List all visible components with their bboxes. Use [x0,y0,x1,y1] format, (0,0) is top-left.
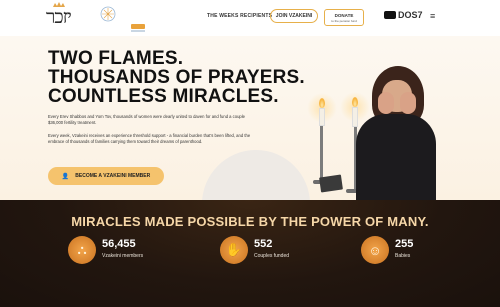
logo-text: יזכר [46,6,72,28]
table-image [202,150,310,200]
donate-label: DONATE [334,13,354,18]
stat-label: Couples funded [254,253,290,259]
candlestick-left [320,126,323,182]
stat-label: Babies [395,253,411,259]
stat-value: 552 [254,238,273,250]
site-header: יזכר THE WEEKS RECIPIENTS JOIN VZAKEINI … [0,0,500,36]
candle-right [352,107,358,127]
user-plus-icon: 👤 [61,173,70,180]
partner-badge-stripe [131,30,145,32]
partner-badge-icon [131,24,145,29]
stat-value: 56,455 [102,238,136,250]
woman-hand-left [378,92,394,114]
join-label: JOIN VZAKEINI [275,13,313,19]
siddur-image [319,174,343,193]
nav-weeks-recipients[interactable]: THE WEEKS RECIPIENTS [207,13,272,19]
flame-right-icon [352,97,358,107]
become-member-button[interactable]: 👤 BECOME A VZAKEINI MEMBER [48,167,164,185]
partner-logo-icon [100,6,116,22]
stat-value: 255 [395,238,414,250]
stats-section: MIRACLES MADE POSSIBLE BY THE POWER OF M… [0,200,500,307]
stat-label: Vzakeini members [102,253,144,259]
hero-section: TWO FLAMES. THOUSANDS OF PRAYERS. COUNTL… [0,36,500,200]
vzakeini-logo[interactable]: יזכר [46,2,92,30]
hamburger-icon[interactable]: ≡ [430,11,435,21]
cta-label: BECOME A VZAKEINI MEMBER [75,173,151,179]
woman-hand-right [400,92,416,114]
donate-sub-label: to the pension fund [331,19,357,23]
crowd-icon: ⛬ [68,236,96,264]
donate-button[interactable]: DONATE to the pension fund [324,9,364,26]
flame-left-icon [319,98,325,108]
woman-body [356,114,436,200]
join-vzakeini-button[interactable]: JOIN VZAKEINI [270,9,318,23]
hero-image [160,36,500,200]
baby-icon: ☺ [361,236,389,264]
radio-label: DOS7 [398,10,423,20]
stats-title: MIRACLES MADE POSSIBLE BY THE POWER OF M… [71,214,429,229]
hands-icon: ✋ [220,236,248,264]
candle-left [319,108,325,126]
radio-icon [384,11,396,19]
